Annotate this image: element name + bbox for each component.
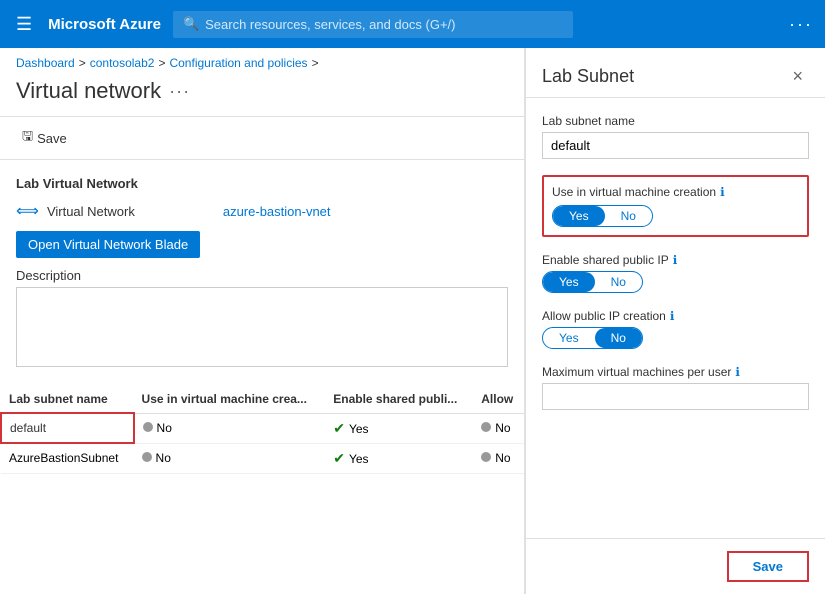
- save-label: Save: [37, 131, 67, 146]
- public-ip-info-icon[interactable]: ℹ: [670, 309, 675, 323]
- right-panel: Lab Subnet × Lab subnet name Use in virt…: [525, 48, 825, 594]
- left-panel: Dashboard > contosolab2 > Configuration …: [0, 48, 525, 594]
- subnet-table: Lab subnet name Use in virtual machine c…: [0, 386, 524, 474]
- shared-ip-toggle: Yes No: [542, 271, 643, 293]
- max-vms-input[interactable]: [542, 383, 809, 410]
- shared-ip-info-icon[interactable]: ℹ: [673, 253, 678, 267]
- col-header-ip: Enable shared publi...: [325, 386, 473, 413]
- col-header-name: Lab subnet name: [1, 386, 134, 413]
- description-label: Description: [16, 268, 508, 283]
- row-vm: No: [134, 413, 326, 443]
- vnet-value: azure-bastion-vnet: [223, 204, 331, 219]
- vnet-icon: ⟺: [16, 201, 39, 221]
- page-title: Virtual network: [16, 78, 161, 104]
- public-ip-field: Allow public IP creation ℹ Yes No: [542, 309, 809, 349]
- right-save-button[interactable]: Save: [727, 551, 809, 582]
- table-row[interactable]: AzureBastionSubnet No ✔Yes No: [1, 443, 524, 473]
- max-vms-info-icon[interactable]: ℹ: [735, 365, 740, 379]
- shared-ip-no-btn[interactable]: No: [595, 272, 642, 292]
- shared-ip-label: Enable shared public IP ℹ: [542, 253, 809, 267]
- subnet-name-label: Lab subnet name: [542, 114, 809, 128]
- vnet-row: ⟺ Virtual Network azure-bastion-vnet: [16, 201, 508, 221]
- shared-ip-field: Enable shared public IP ℹ Yes No: [542, 253, 809, 293]
- section-content: Lab Virtual Network ⟺ Virtual Network az…: [0, 160, 524, 378]
- top-nav: ☰ Microsoft Azure 🔍 ···: [0, 0, 825, 48]
- right-panel-header: Lab Subnet ×: [526, 48, 825, 98]
- save-icon: 🖫: [22, 127, 33, 149]
- breadcrumb-sep1: >: [79, 56, 86, 70]
- public-ip-label: Allow public IP creation ℹ: [542, 309, 809, 323]
- row-allow: No: [473, 413, 524, 443]
- right-panel-body: Lab subnet name Use in virtual machine c…: [526, 98, 825, 538]
- description-textarea[interactable]: [16, 287, 508, 367]
- breadcrumb-dashboard[interactable]: Dashboard: [16, 56, 75, 70]
- right-panel-footer: Save: [526, 538, 825, 594]
- open-blade-button[interactable]: Open Virtual Network Blade: [16, 231, 200, 258]
- brand-name: Microsoft Azure: [48, 16, 161, 33]
- nav-more-icon[interactable]: ···: [789, 14, 813, 35]
- shared-ip-yes-btn[interactable]: Yes: [543, 272, 595, 292]
- page-more-icon[interactable]: ···: [169, 81, 190, 102]
- close-button[interactable]: ×: [786, 64, 809, 89]
- save-button[interactable]: 🖫 Save: [16, 123, 73, 153]
- row-name: AzureBastionSubnet: [1, 443, 134, 473]
- subnet-name-field: Lab subnet name: [542, 114, 809, 159]
- row-allow: No: [473, 443, 524, 473]
- right-panel-title: Lab Subnet: [542, 66, 634, 87]
- public-ip-yes-btn[interactable]: Yes: [543, 328, 595, 348]
- search-wrapper: 🔍: [173, 11, 573, 38]
- breadcrumb-config[interactable]: Configuration and policies: [169, 56, 307, 70]
- vm-creation-info-icon[interactable]: ℹ: [720, 185, 725, 199]
- vm-creation-section: Use in virtual machine creation ℹ Yes No: [542, 175, 809, 237]
- vm-creation-label: Use in virtual machine creation ℹ: [552, 185, 799, 199]
- col-header-vm: Use in virtual machine crea...: [134, 386, 326, 413]
- vm-creation-toggle: Yes No: [552, 205, 653, 227]
- main-layout: Dashboard > contosolab2 > Configuration …: [0, 48, 825, 594]
- vnet-label: Virtual Network: [47, 204, 135, 219]
- page-title-row: Virtual network ···: [0, 74, 524, 116]
- subnet-name-input[interactable]: [542, 132, 809, 159]
- row-ip: ✔Yes: [325, 443, 473, 473]
- max-vms-field: Maximum virtual machines per user ℹ: [542, 365, 809, 410]
- toolbar: 🖫 Save: [0, 116, 524, 160]
- search-input[interactable]: [205, 11, 563, 38]
- row-ip: ✔Yes: [325, 413, 473, 443]
- hamburger-icon[interactable]: ☰: [12, 10, 36, 39]
- vm-creation-no-btn[interactable]: No: [605, 206, 652, 226]
- row-vm: No: [134, 443, 326, 473]
- search-icon: 🔍: [183, 16, 199, 32]
- col-header-allow: Allow: [473, 386, 524, 413]
- section-label: Lab Virtual Network: [16, 176, 508, 191]
- table-row[interactable]: default No ✔Yes No: [1, 413, 524, 443]
- vm-creation-yes-btn[interactable]: Yes: [553, 206, 605, 226]
- breadcrumb: Dashboard > contosolab2 > Configuration …: [0, 48, 524, 74]
- breadcrumb-sep3: >: [312, 56, 319, 70]
- max-vms-label: Maximum virtual machines per user ℹ: [542, 365, 809, 379]
- breadcrumb-contosolab[interactable]: contosolab2: [90, 56, 155, 70]
- public-ip-no-btn[interactable]: No: [595, 328, 642, 348]
- row-name: default: [1, 413, 134, 443]
- public-ip-toggle: Yes No: [542, 327, 643, 349]
- breadcrumb-sep2: >: [158, 56, 165, 70]
